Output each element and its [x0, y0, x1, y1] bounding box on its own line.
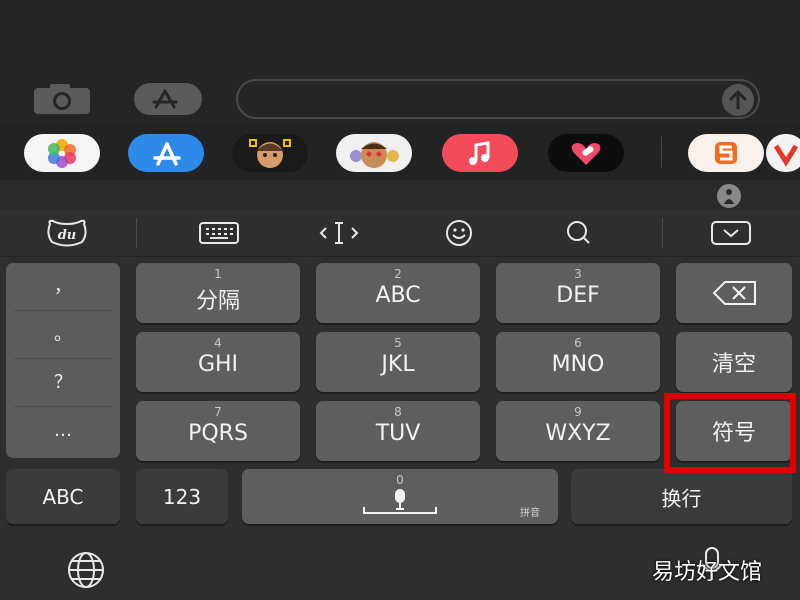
key-label: MNO: [551, 352, 605, 377]
punctuation-question[interactable]: ？: [14, 359, 112, 407]
abc-key-label: ABC: [42, 484, 84, 509]
microphone-icon: [363, 489, 437, 514]
key-9[interactable]: 9 WXYZ: [496, 401, 660, 461]
collapse-keyboard-icon[interactable]: [708, 218, 754, 248]
key-number: 9: [574, 405, 582, 419]
key-8[interactable]: 8 TUV: [316, 401, 480, 461]
photos-app-icon[interactable]: [24, 134, 100, 172]
key-number: 6: [574, 336, 582, 350]
numbers-key[interactable]: 123: [136, 469, 228, 524]
key-number: 7: [214, 405, 222, 419]
message-input[interactable]: [236, 79, 760, 119]
key-7[interactable]: 7 PQRS: [136, 401, 300, 461]
key-5[interactable]: 5 JKL: [316, 332, 480, 392]
arrow-up-icon: [729, 89, 747, 110]
key-6[interactable]: 6 MNO: [496, 332, 660, 392]
music-app-icon[interactable]: [442, 134, 518, 172]
keyboard-toolbar: du: [0, 210, 800, 257]
key-label: DEF: [556, 283, 600, 308]
cursor-icon[interactable]: [316, 218, 362, 248]
svg-text:du: du: [58, 228, 77, 243]
app-strip: [0, 125, 800, 180]
camera-icon[interactable]: [32, 82, 92, 116]
clear-key-label: 清空: [711, 352, 756, 377]
globe-icon[interactable]: [60, 550, 112, 590]
memoji-app-icon[interactable]: [232, 134, 308, 172]
enter-key-label: 换行: [661, 486, 702, 510]
key-number: 2: [394, 267, 402, 281]
app-strip-divider: [661, 137, 662, 167]
key-number: 0: [396, 473, 404, 487]
key-4[interactable]: 4 GHI: [136, 332, 300, 392]
key-number: 5: [394, 336, 402, 350]
key-number: 3: [574, 267, 582, 281]
backspace-key[interactable]: [676, 263, 792, 323]
key-label: GHI: [197, 352, 239, 377]
assistant-icon[interactable]: [717, 184, 741, 208]
toolbar-divider: [662, 218, 663, 248]
watermark: 易坊好文馆: [652, 560, 763, 585]
partial-app-icon[interactable]: [766, 134, 800, 172]
key-label: TUV: [375, 421, 421, 446]
send-button[interactable]: [722, 84, 754, 116]
enter-key[interactable]: 换行: [571, 469, 792, 524]
highlight-box: [664, 393, 796, 473]
key-number: 4: [214, 336, 222, 350]
app-store-app-icon[interactable]: [128, 134, 204, 172]
du-logo-icon[interactable]: du: [44, 218, 90, 248]
key-number: 1: [214, 267, 222, 281]
app-store-button-icon[interactable]: [132, 82, 204, 116]
space-key[interactable]: 0 拼音: [242, 469, 558, 524]
key-label: PQRS: [188, 421, 248, 446]
key-number: 8: [394, 405, 402, 419]
numbers-key-label: 123: [162, 484, 202, 509]
key-label: ABC: [375, 283, 421, 308]
emoji-icon[interactable]: [436, 218, 482, 248]
search-icon[interactable]: [556, 218, 602, 248]
punctuation-ellipsis[interactable]: …: [14, 407, 112, 454]
punctuation-period[interactable]: 。: [14, 311, 112, 359]
toolbar-divider: [136, 218, 137, 248]
message-bar: [0, 0, 800, 125]
keyboard-icon[interactable]: [196, 218, 242, 248]
key-label: JKL: [381, 352, 415, 377]
pinyin-label: 拼音: [520, 508, 540, 519]
key-2[interactable]: 2 ABC: [316, 263, 480, 323]
sogou-app-icon[interactable]: [688, 134, 764, 172]
fitness-app-icon[interactable]: [548, 134, 624, 172]
keyboard-banner: [0, 180, 800, 210]
punctuation-comma[interactable]: ，: [14, 263, 112, 311]
clear-key[interactable]: 清空: [676, 332, 792, 392]
key-1[interactable]: 1 分隔: [136, 263, 300, 323]
animoji-app-icon[interactable]: [336, 134, 412, 172]
backspace-icon: [712, 281, 756, 305]
punctuation-column: ， 。 ？ …: [6, 263, 120, 458]
abc-key[interactable]: ABC: [6, 469, 120, 524]
key-3[interactable]: 3 DEF: [496, 263, 660, 323]
key-label: WXYZ: [545, 421, 611, 446]
key-label: 分隔: [195, 289, 240, 314]
